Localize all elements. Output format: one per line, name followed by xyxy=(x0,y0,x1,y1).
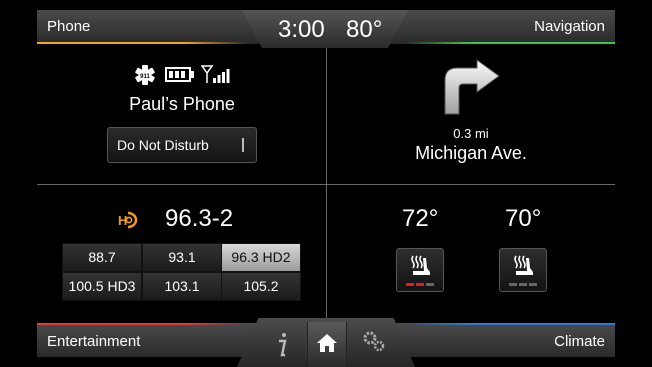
heat-level-indicator xyxy=(509,283,537,286)
device-name: Paul’s Phone xyxy=(129,94,235,114)
preset-button[interactable]: 93.1 xyxy=(142,243,222,272)
heated-seat-icon xyxy=(411,255,430,275)
outside-temp: 80° xyxy=(346,16,383,43)
toggle-indicator xyxy=(242,138,244,152)
phone-tab[interactable]: Phone xyxy=(47,18,90,35)
left-temp: 72° xyxy=(402,205,439,232)
clock: 3:00 xyxy=(278,16,325,43)
emergency-911-icon: 911 xyxy=(135,65,155,85)
preset-button[interactable]: 105.2 xyxy=(221,272,301,301)
climate-accent xyxy=(405,323,615,325)
hd-radio-icon: H xyxy=(118,211,138,229)
turn-right-arrow-icon xyxy=(444,59,500,115)
climate-panel[interactable]: 72° 70° xyxy=(327,185,615,322)
dnd-label: Do Not Disturb xyxy=(117,137,209,153)
do-not-disturb-button[interactable]: Do Not Disturb xyxy=(107,127,257,163)
heated-seat-icon xyxy=(514,255,533,275)
entertainment-tab[interactable]: Entertainment xyxy=(47,333,140,350)
status-display: 3:00 80° xyxy=(242,10,408,48)
preset-button[interactable]: 100.5 HD3 xyxy=(62,272,142,301)
right-temp: 70° xyxy=(505,205,542,232)
info-button[interactable] xyxy=(265,324,301,364)
phone-accent xyxy=(37,42,247,44)
driver-heated-seat-button[interactable] xyxy=(396,248,444,292)
signal-icon xyxy=(201,65,230,83)
radio-station: 96.3-2 xyxy=(165,205,234,232)
battery-icon xyxy=(165,67,194,82)
preset-button[interactable]: 103.1 xyxy=(142,272,222,301)
sync-screen: Phone Navigation 3:00 80° 911 Paul’s Pho… xyxy=(0,0,652,367)
preset-button-selected[interactable]: 96.3 HD2 xyxy=(221,243,301,272)
heat-level-indicator xyxy=(406,283,434,286)
nav-accent xyxy=(405,42,615,44)
settings-icon xyxy=(363,331,385,352)
home-icon xyxy=(317,334,337,352)
settings-button[interactable] xyxy=(355,324,391,364)
svg-text:911: 911 xyxy=(140,74,150,80)
nav-street: Michigan Ave. xyxy=(415,143,527,163)
navigation-panel[interactable]: 0.3 mi Michigan Ave. xyxy=(327,48,615,183)
home-controls xyxy=(237,318,415,367)
nav-distance: 0.3 mi xyxy=(453,126,489,141)
preset-button[interactable]: 88.7 xyxy=(62,243,142,272)
climate-tab[interactable]: Climate xyxy=(554,333,605,350)
home-button[interactable] xyxy=(307,322,347,367)
entertainment-accent xyxy=(37,323,247,325)
navigation-tab[interactable]: Navigation xyxy=(534,18,605,35)
passenger-heated-seat-button[interactable] xyxy=(499,248,547,292)
info-icon xyxy=(279,333,287,357)
